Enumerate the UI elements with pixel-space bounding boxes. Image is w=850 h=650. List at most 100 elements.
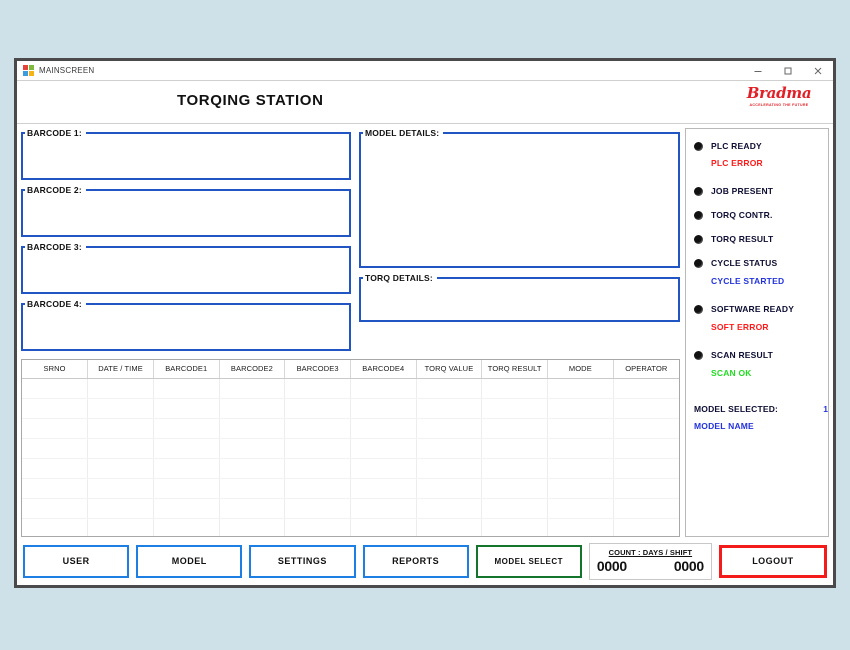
spacer: [694, 222, 828, 232]
table-cell-empty: [416, 459, 482, 479]
input-fields-row: BARCODE 1: BARCODE 2: BARCODE 3: BARCODE…: [21, 128, 680, 356]
table-cell-empty: [153, 479, 219, 499]
table-cell-empty: [285, 499, 351, 519]
table-cell-empty: [219, 479, 285, 499]
table-row-empty: [22, 479, 679, 499]
table-cell-empty: [88, 519, 154, 538]
barcode1-input[interactable]: [23, 138, 349, 178]
column-header-torq-value[interactable]: TORQ VALUE: [416, 360, 482, 379]
column-header-torq-result[interactable]: TORQ RESULT: [482, 360, 548, 379]
table-cell-empty: [285, 419, 351, 439]
column-header-barcode4[interactable]: BARCODE4: [350, 360, 416, 379]
table-cell-empty: [350, 459, 416, 479]
table-cell-empty: [350, 499, 416, 519]
table-cell-empty: [88, 399, 154, 419]
table-cell-empty: [548, 439, 614, 459]
table-cell-empty: [285, 379, 351, 399]
barcode2-group: BARCODE 2:: [21, 185, 351, 237]
column-header-datetime[interactable]: DATE / TIME: [88, 360, 154, 379]
count-days-value: 0000: [597, 558, 627, 574]
table-cell-empty: [613, 399, 679, 419]
model-details-label: MODEL DETAILS:: [363, 128, 443, 138]
table-row-empty: [22, 499, 679, 519]
table-cell-empty: [22, 399, 88, 419]
column-header-barcode1[interactable]: BARCODE1: [153, 360, 219, 379]
model-name-value: MODEL NAME: [694, 421, 828, 431]
column-header-barcode3[interactable]: BARCODE3: [285, 360, 351, 379]
spacer: [694, 332, 828, 348]
barcode4-input[interactable]: [23, 309, 349, 349]
user-button[interactable]: USER: [23, 545, 129, 578]
scan-result-led-icon: [694, 351, 703, 360]
table-header: SRNO DATE / TIME BARCODE1 BARCODE2 BARCO…: [22, 360, 679, 379]
records-table-container[interactable]: SRNO DATE / TIME BARCODE1 BARCODE2 BARCO…: [21, 359, 680, 537]
table-cell-empty: [548, 499, 614, 519]
brand-tagline: Accelerating The Future: [737, 103, 821, 107]
model-selected-label: MODEL SELECTED:: [694, 404, 778, 414]
barcode2-input[interactable]: [23, 195, 349, 235]
torq-details-input[interactable]: [361, 283, 678, 320]
table-cell-empty: [613, 459, 679, 479]
table-cell-empty: [416, 399, 482, 419]
table-row-empty: [22, 419, 679, 439]
software-ready-led-icon: [694, 305, 703, 314]
minimize-button[interactable]: [743, 61, 773, 80]
column-header-operator[interactable]: OPERATOR: [613, 360, 679, 379]
settings-button[interactable]: SETTINGS: [249, 545, 355, 578]
table-cell-empty: [482, 439, 548, 459]
table-cell-empty: [219, 419, 285, 439]
model-selected-row: MODEL SELECTED: 1: [694, 404, 828, 414]
table-cell-empty: [285, 479, 351, 499]
table-cell-empty: [548, 479, 614, 499]
barcode3-input[interactable]: [23, 252, 349, 292]
barcode4-group: BARCODE 4:: [21, 299, 351, 351]
table-cell-empty: [482, 399, 548, 419]
maximize-button[interactable]: [773, 61, 803, 80]
model-details-group: MODEL DETAILS:: [359, 128, 680, 268]
barcode3-label: BARCODE 3:: [25, 242, 86, 252]
table-cell-empty: [153, 439, 219, 459]
table-cell-empty: [482, 459, 548, 479]
table-cell-empty: [153, 399, 219, 419]
table-cell-empty: [285, 519, 351, 538]
barcode4-label: BARCODE 4:: [25, 299, 86, 309]
reports-button[interactable]: REPORTS: [363, 545, 469, 578]
count-title: COUNT : DAYS / SHIFT: [609, 548, 692, 557]
table-cell-empty: [22, 479, 88, 499]
column-header-mode[interactable]: MODE: [548, 360, 614, 379]
table-cell-empty: [88, 499, 154, 519]
table-row-empty: [22, 459, 679, 479]
table-cell-empty: [416, 499, 482, 519]
table-cell-empty: [22, 459, 88, 479]
column-header-barcode2[interactable]: BARCODE2: [219, 360, 285, 379]
table-cell-empty: [285, 439, 351, 459]
table-body: [22, 379, 679, 538]
table-cell-empty: [613, 519, 679, 538]
table-cell-empty: [613, 479, 679, 499]
spacer: [694, 394, 828, 404]
model-details-input[interactable]: [361, 138, 678, 266]
table-row-empty: [22, 379, 679, 399]
main-content: BARCODE 1: BARCODE 2: BARCODE 3: BARCODE…: [17, 124, 833, 537]
table-cell-empty: [153, 379, 219, 399]
column-header-srno[interactable]: SRNO: [22, 360, 88, 379]
table-cell-empty: [219, 439, 285, 459]
table-cell-empty: [153, 499, 219, 519]
table-cell-empty: [219, 499, 285, 519]
model-button[interactable]: MODEL: [136, 545, 242, 578]
table-cell-empty: [416, 379, 482, 399]
close-button[interactable]: [803, 61, 833, 80]
table-header-row: SRNO DATE / TIME BARCODE1 BARCODE2 BARCO…: [22, 360, 679, 379]
table-cell-empty: [613, 419, 679, 439]
table-cell-empty: [350, 439, 416, 459]
table-cell-empty: [482, 479, 548, 499]
table-cell-empty: [416, 419, 482, 439]
table-cell-empty: [22, 379, 88, 399]
table-cell-empty: [153, 419, 219, 439]
model-select-button[interactable]: MODEL SELECT: [476, 545, 582, 578]
logout-button[interactable]: LOGOUT: [719, 545, 827, 578]
table-cell-empty: [219, 459, 285, 479]
barcode3-group: BARCODE 3:: [21, 242, 351, 294]
model-selected-value: 1: [823, 404, 828, 414]
table-cell-empty: [416, 439, 482, 459]
